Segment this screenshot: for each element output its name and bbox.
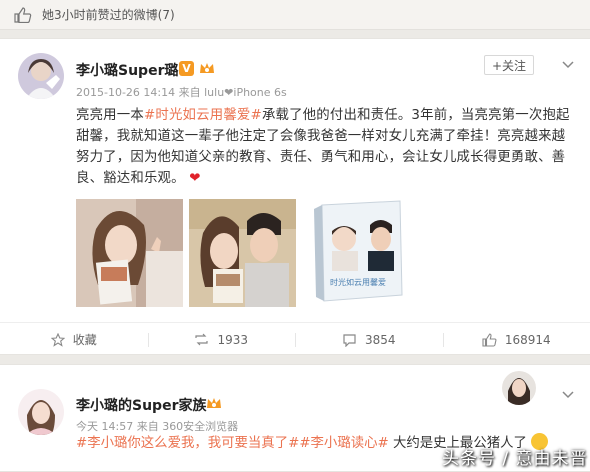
crown-icon	[200, 63, 214, 73]
chevron-down-icon[interactable]	[562, 61, 574, 69]
liked-weibo-text: 她3小时前赞过的微博(7)	[42, 8, 175, 22]
repost-button[interactable]: 1933	[147, 323, 296, 356]
post-text-part: 亮亮用一本	[76, 108, 144, 123]
photo-thumbnail[interactable]	[76, 199, 183, 307]
repost-icon	[195, 333, 209, 346]
favorite-button[interactable]: 收藏	[0, 323, 148, 356]
star-icon	[50, 332, 65, 347]
favorite-label: 收藏	[72, 333, 97, 347]
crown-icon	[207, 398, 221, 408]
repost-count: 1933	[217, 332, 249, 347]
heart-emoji: ❤	[189, 171, 201, 186]
book-cover-thumbnail[interactable]: 时光如云用馨爱	[302, 199, 412, 307]
author-name[interactable]: 李小璐的Super家族	[76, 395, 206, 415]
comment-icon	[343, 333, 356, 347]
author-name[interactable]: 李小璐Super璐	[76, 60, 178, 80]
like-count: 168914	[504, 332, 551, 347]
avatar[interactable]	[18, 53, 64, 99]
comment-count: 3854	[364, 332, 396, 347]
thumbs-up-icon	[482, 332, 497, 347]
topic-tag[interactable]: #李小璐读心#	[299, 436, 388, 451]
post-text: 亮亮用一本#时光如云用馨爱#承载了他的付出和责任。3年前，当亮亮第一次抱起甜馨，…	[76, 105, 576, 189]
chevron-down-icon[interactable]	[562, 391, 574, 399]
like-button[interactable]: 168914	[442, 323, 590, 356]
weibo-post-card: 李小璐Super璐 V 2015-10-26 14:14 来自 lulu❤iPh…	[0, 38, 590, 355]
action-bar: 收藏 1933 3854 168914	[0, 322, 590, 356]
topic-tag[interactable]: #时光如云用馨爱#	[144, 108, 262, 123]
comment-button[interactable]: 3854	[295, 323, 443, 356]
follow-button[interactable]: +关注	[484, 55, 534, 75]
liked-weibo-bar[interactable]: 她3小时前赞过的微博(7)	[0, 0, 590, 30]
thumbs-up-icon	[14, 6, 32, 23]
follow-label: +关注	[491, 58, 527, 73]
verified-badge: V	[179, 61, 194, 76]
avatar[interactable]	[18, 389, 64, 435]
post-meta: 2015-10-26 14:14 来自 lulu❤iPhone 6s	[76, 86, 287, 99]
book-title: 时光如云用馨爱	[330, 277, 386, 287]
photo-thumbnail[interactable]	[189, 199, 296, 307]
topic-tag[interactable]: #李小璐你这么爱我，我可要当真了#	[76, 436, 299, 451]
post-meta: 今天 14:57 来自 360安全浏览器	[76, 420, 239, 433]
author-photo[interactable]	[502, 371, 536, 405]
watermark: 头条号 / 意由未晋	[442, 449, 588, 469]
